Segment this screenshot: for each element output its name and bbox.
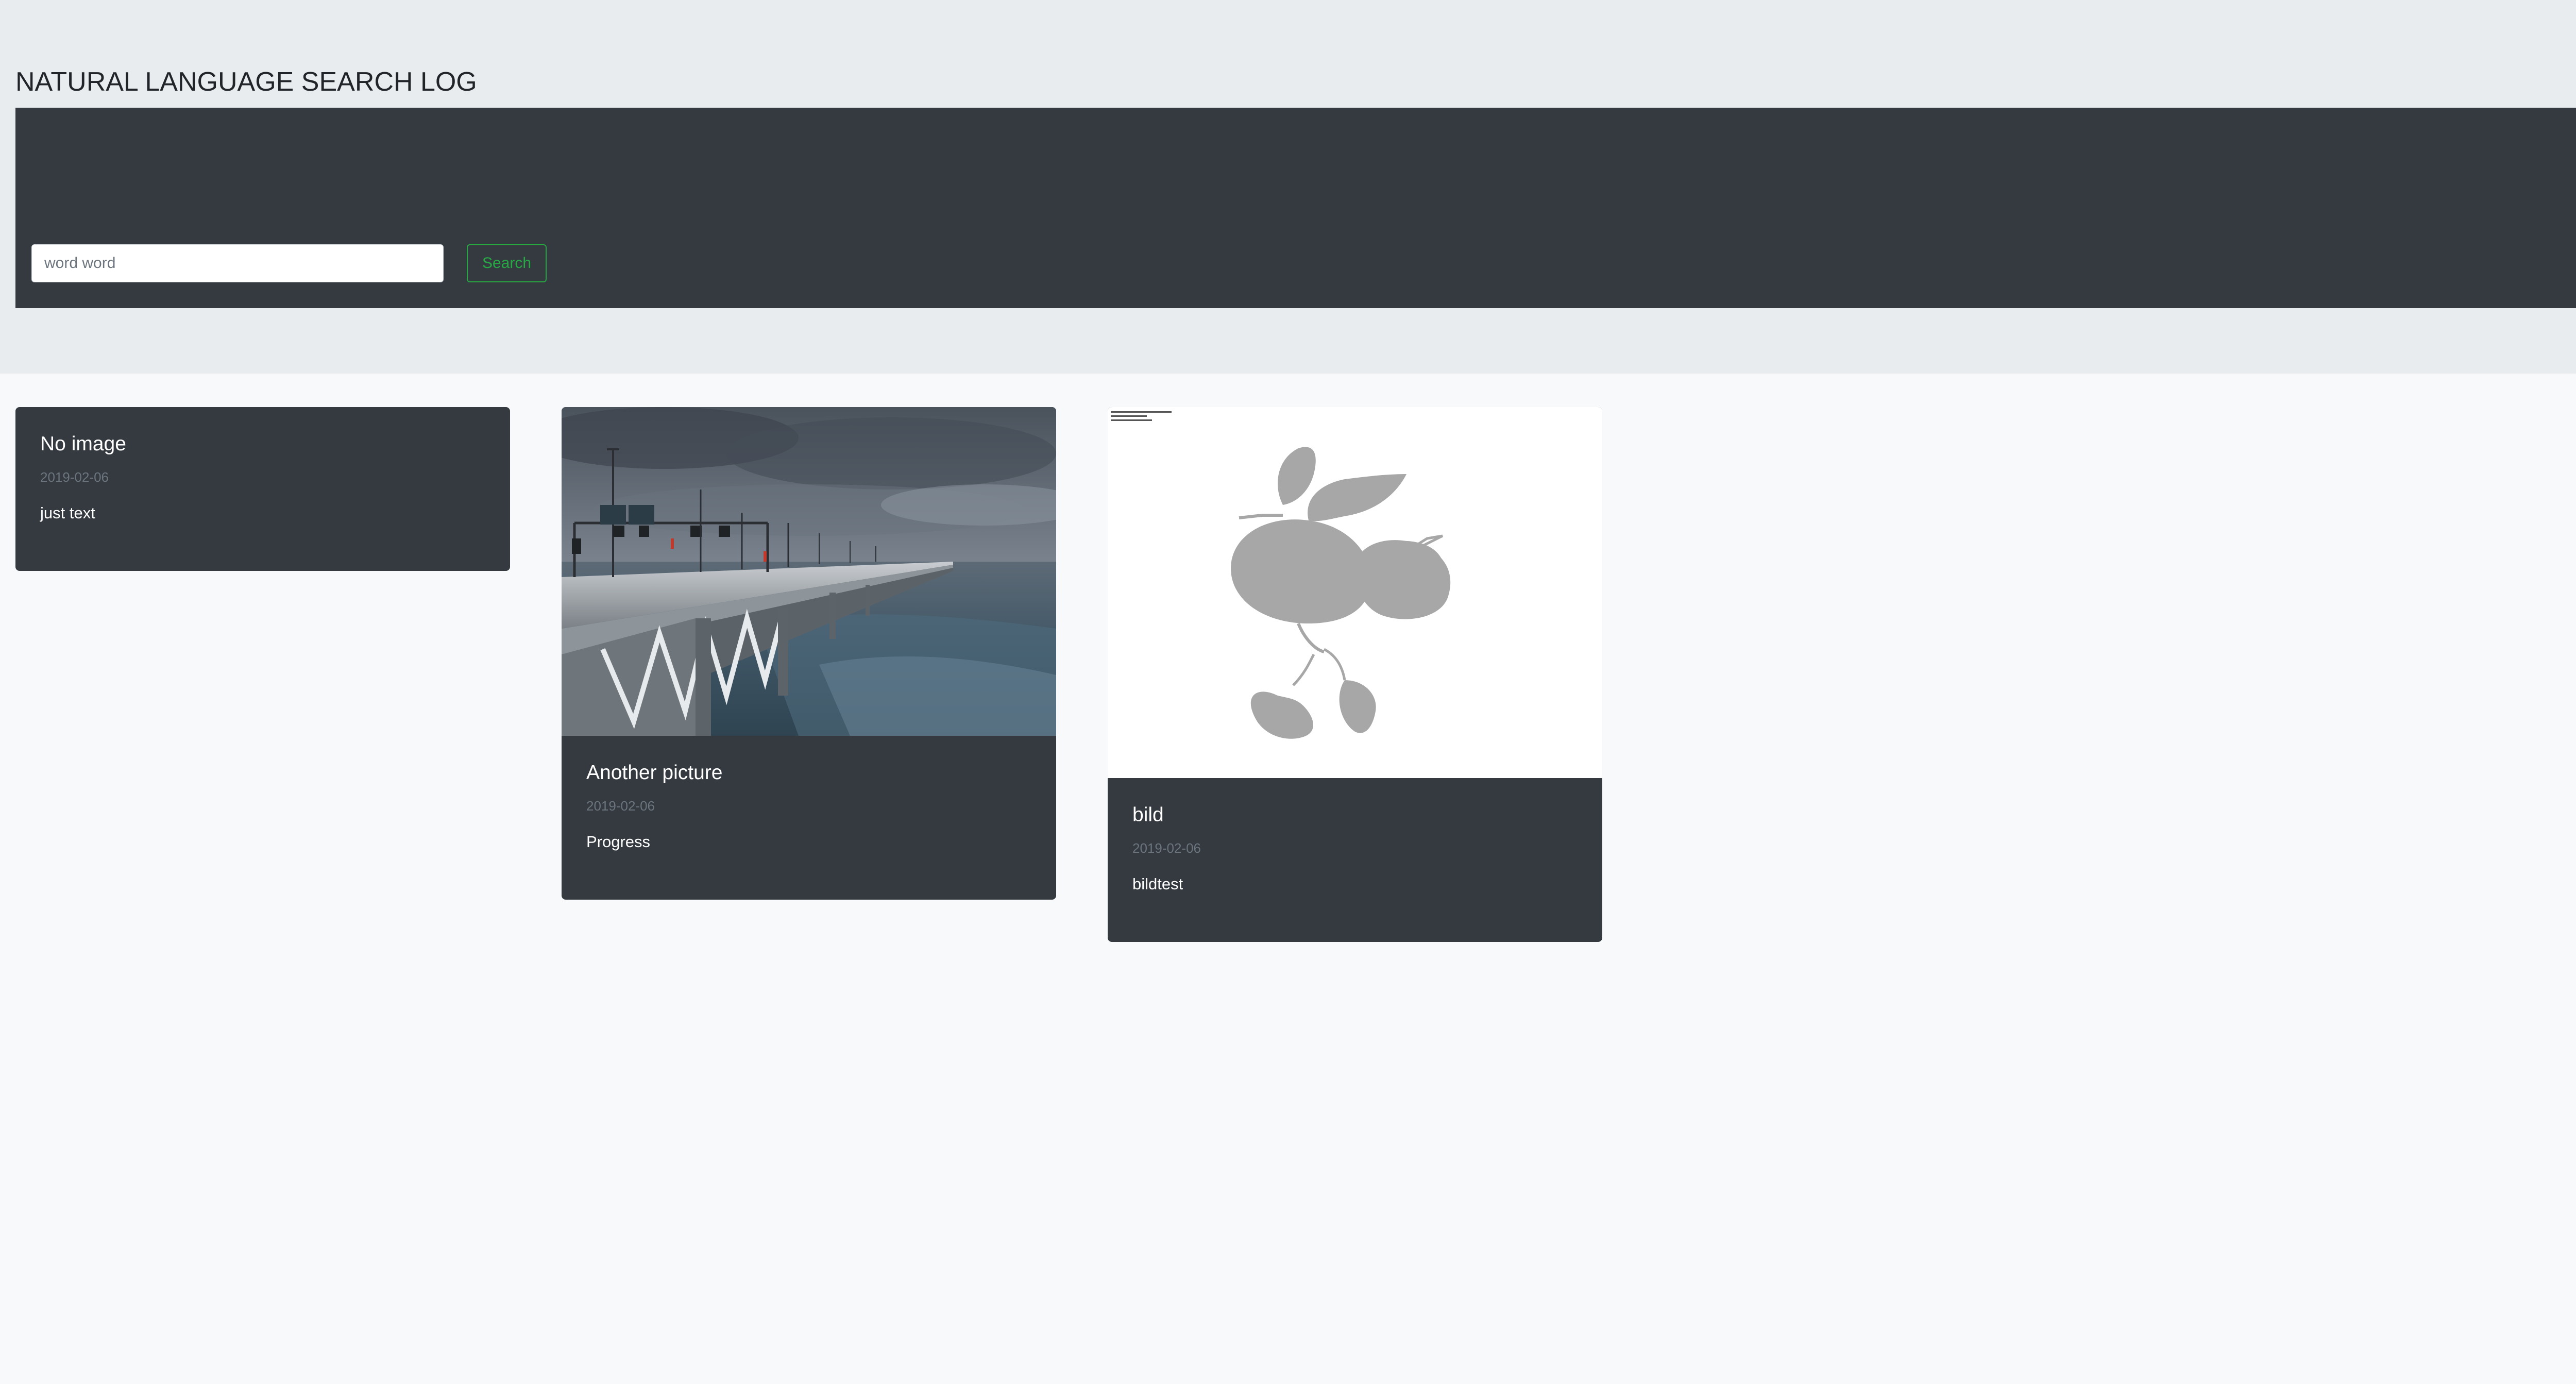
search-panel: Search [15,108,2576,308]
card-text: just text [40,504,95,522]
card-body: bild 2019-02-06 bildtest [1108,778,1602,894]
search-input[interactable] [31,244,444,282]
card-title: No image [40,433,126,455]
bridge-photo-image [562,407,1056,736]
card-body: Another picture 2019-02-06 Progress [562,736,1056,852]
log-card[interactable]: bild 2019-02-06 bildtest [1108,407,1602,942]
card-image-fruit [1108,407,1602,778]
card-date: 2019-02-06 [586,798,655,814]
card-date: 2019-02-06 [40,469,109,485]
header-jumbotron: NATURAL LANGUAGE SEARCH LOG Search [0,0,2576,374]
card-title: bild [1132,804,1164,826]
card-image-bridge [562,407,1056,736]
card-title: Another picture [586,762,723,784]
fruit-silhouette-image [1111,411,1451,739]
card-text: bildtest [1132,875,1183,893]
card-date: 2019-02-06 [1132,840,1201,856]
card-body: No image 2019-02-06 just text [15,407,510,524]
page-title: NATURAL LANGUAGE SEARCH LOG [15,67,477,97]
card-text: Progress [586,833,651,851]
search-button[interactable]: Search [467,244,547,282]
log-card[interactable]: No image 2019-02-06 just text [15,407,510,571]
log-card[interactable]: Another picture 2019-02-06 Progress [562,407,1056,900]
